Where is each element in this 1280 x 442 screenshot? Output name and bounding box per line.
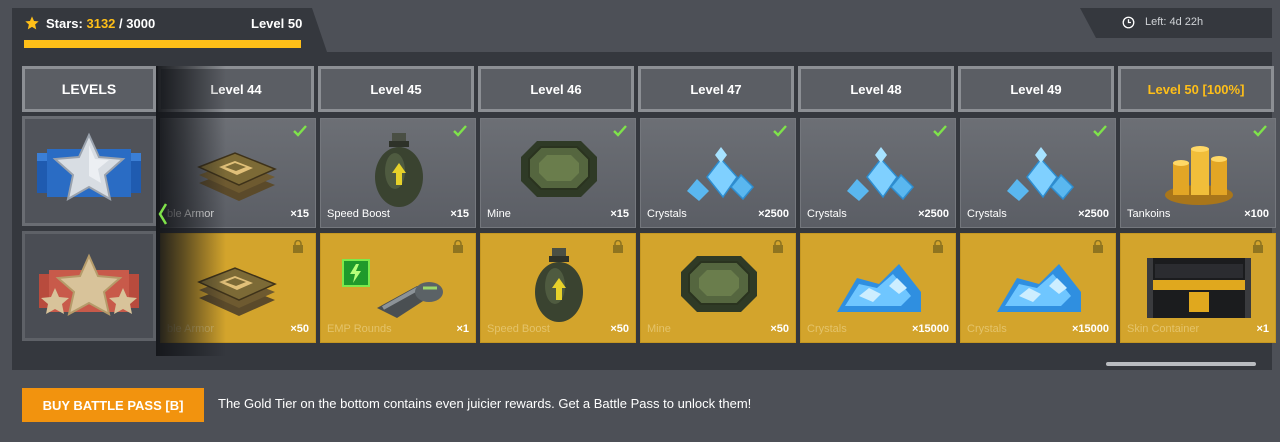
lock-icon [613,240,623,253]
lock-icon [773,240,783,253]
lock-icon [453,240,463,253]
level-progress-bar [24,40,301,48]
reward-count: ×1 [456,323,469,335]
silver-reward-cell[interactable]: Tankoins ×100 [1120,118,1276,228]
silver-tier-badge [22,116,156,226]
reward-name: Tankoins [1127,208,1171,220]
current-level: Level 50 [251,16,303,31]
horizontal-scrollbar[interactable] [1106,362,1256,366]
buy-battle-pass-button[interactable]: BUY BATTLE PASS [B] [22,388,204,422]
star-icon [25,16,39,30]
gold-reward-cell[interactable]: Speed Boost ×50 [480,233,636,343]
reward-count: ×15000 [911,323,949,335]
tankoins-icon [1165,146,1233,205]
claimed-check-icon [773,125,787,137]
levels-header: LEVELS [22,66,156,112]
reward-name: Skin Container [1127,323,1200,335]
silver-reward-cell[interactable]: Crystals ×2500 [800,118,956,228]
level-column-header: Level 50 [100%] [1118,66,1274,112]
level-column-header: Level 46 [478,66,634,112]
level-column-header: Level 44 [158,66,314,112]
reward-count: ×2500 [918,208,949,220]
reward-name: ble Armor [167,323,215,335]
reward-count: ×2500 [758,208,789,220]
lock-icon [1093,240,1103,253]
level-progress-fill [24,40,301,48]
crystal-pile-icon [997,264,1081,312]
emp-rounds-icon [342,259,443,318]
reward-name: Crystals [967,208,1007,220]
reward-name: EMP Rounds [327,323,392,335]
gold-stars-icon [39,253,139,316]
reward-count: ×15 [290,208,309,220]
silver-star-icon [37,132,141,201]
top-bar: Stars: 3132 / 3000 Level 50 Left: 4d 22h [0,0,1280,52]
level-column-header: Level 49 [958,66,1114,112]
speed-boost-icon [535,248,583,322]
silver-reward-cell[interactable]: Mine ×15 [480,118,636,228]
stars-current: 3132 [86,16,116,31]
crystals-icon [847,147,915,201]
level-column-header: Level 48 [798,66,954,112]
level-column-header: Level 47 [638,66,794,112]
battle-pass-hint: The Gold Tier on the bottom contains eve… [218,396,752,411]
armor-plates-icon [197,267,277,316]
stars-counter: Stars: 3132 / 3000 [46,16,155,31]
armor-plates-icon [197,152,277,201]
claimed-check-icon [293,125,307,137]
reward-name: Crystals [967,323,1007,335]
gold-reward-cell[interactable]: Crystals ×15000 [800,233,956,343]
lock-icon [1253,240,1263,253]
silver-reward-cell[interactable]: ble Armor ×15 [160,118,316,228]
stars-total: / 3000 [119,16,156,31]
gold-reward-cell[interactable]: EMP Rounds ×1 [320,233,476,343]
mine-icon [521,141,597,197]
claimed-check-icon [1093,125,1107,137]
reward-count: ×15 [450,208,469,220]
gold-tier-badge [22,231,156,341]
claimed-check-icon [933,125,947,137]
reward-name: Speed Boost [487,323,550,335]
reward-count: ×50 [770,323,789,335]
reward-count: ×50 [610,323,629,335]
reward-count: ×50 [290,323,309,335]
reward-count: ×15000 [1071,323,1109,335]
lock-icon [293,240,303,253]
mine-icon [681,256,757,312]
claimed-check-icon [613,125,627,137]
gold-reward-cell[interactable]: ble Armor ×50 [160,233,316,343]
gold-reward-cell[interactable]: Skin Container ×1 [1120,233,1276,343]
lock-icon [933,240,943,253]
reward-count: ×1 [1256,323,1269,335]
reward-count: ×15 [610,208,629,220]
gold-reward-cell[interactable]: Mine ×50 [640,233,796,343]
reward-count: ×100 [1244,208,1269,220]
claimed-check-icon [1253,125,1267,137]
reward-name: Speed Boost [327,208,390,220]
crystals-icon [1007,147,1075,201]
stars-label-text: Stars: [46,16,83,31]
reward-name: Crystals [807,323,847,335]
clock-icon [1122,16,1135,29]
claimed-check-icon [453,125,467,137]
skin-container-icon [1147,258,1251,318]
crystal-pile-icon [837,264,921,312]
scroll-left-icon[interactable] [158,203,168,225]
reward-name: ble Armor [167,208,215,220]
reward-name: Mine [487,208,511,220]
reward-name: Crystals [807,208,847,220]
crystals-icon [687,147,755,201]
silver-reward-cell[interactable]: Crystals ×2500 [960,118,1116,228]
reward-name: Crystals [647,208,687,220]
silver-reward-cell[interactable]: Crystals ×2500 [640,118,796,228]
level-column-header: Level 45 [318,66,474,112]
speed-boost-icon [375,133,423,207]
reward-name: Mine [647,323,671,335]
time-left: Left: 4d 22h [1145,16,1204,28]
reward-count: ×2500 [1078,208,1109,220]
silver-reward-cell[interactable]: Speed Boost ×15 [320,118,476,228]
gold-reward-cell[interactable]: Crystals ×15000 [960,233,1116,343]
